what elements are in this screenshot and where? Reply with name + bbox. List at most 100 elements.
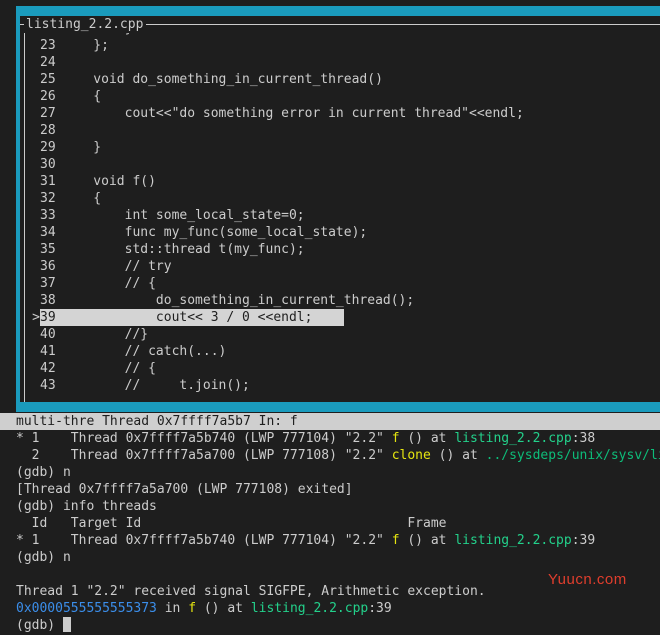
code-text: void do_something_in_current_thread() [62,72,383,87]
line-number: :39 [571,533,596,548]
file-name: listing_2.2.cpp [454,533,572,548]
code-line: 31 void f() [20,173,660,190]
code-line: 29 } [20,139,660,156]
console-line: * 1 Thread 0x7ffff7a5b740 (LWP 777104) "… [16,430,660,447]
code-line: 27 cout<<"do something error in current … [20,105,660,122]
thread-info: * 1 Thread 0x7ffff7a5b740 (LWP 777104) "… [16,431,392,446]
line-number: 27 [40,106,56,121]
code-line: 41 // catch(...) [20,343,660,360]
line-number: 42 [40,361,56,376]
console-line: 2 Thread 0x7ffff7a5a700 (LWP 777108) "2.… [16,447,660,464]
code-text: cout<<"do something error in current thr… [62,106,524,121]
code-line: 35 std::thread t(my_func); [20,241,660,258]
line-number: 25 [40,72,56,87]
line-number: 35 [40,242,56,257]
code-line: 23 }; [20,37,660,54]
line-number: 37 [40,276,56,291]
gdb-prompt-line[interactable]: (gdb) [16,617,660,634]
thread-info: 2 Thread 0x7ffff7a5a700 (LWP 777108) "2.… [16,448,392,463]
source-pane[interactable]: listing_2.2.cpp 22 }23 };2425 void do_so… [20,16,660,402]
code-text: { [62,191,102,206]
line-number: 30 [40,157,56,172]
code-line: 32 { [20,190,660,207]
function-name: f [391,431,400,446]
code-text: void f() [62,174,156,189]
line-number: 36 [40,259,56,274]
code-line: 26 { [20,88,660,105]
source-window: listing_2.2.cpp 22 }23 };2425 void do_so… [16,6,660,412]
line-number: 41 [40,344,56,359]
code-text: do_something_in_current_thread(); [62,293,415,308]
code-text: }; [62,38,109,53]
line-number: 43 [40,378,56,393]
code-line: 42 // { [20,360,660,377]
line-number: 23 [40,38,56,53]
file-name: ../sysdeps/unix/sysv/linux/x86_6 [485,448,660,463]
code-text: func my_func(some_local_state); [62,225,368,240]
file-name: listing_2.2.cpp [250,601,369,616]
text: () at [196,601,251,616]
code-line: 37 // { [20,275,660,292]
code-lines: 22 }23 };2425 void do_something_in_curre… [20,20,660,394]
code-text: // { [62,361,156,376]
line-number: 26 [40,89,56,104]
gdb-console[interactable]: * 1 Thread 0x7ffff7a5b740 (LWP 777104) "… [16,430,660,635]
function-name: f [391,533,400,548]
source-title: listing_2.2.cpp [20,16,660,33]
code-line: 38 do_something_in_current_thread(); [20,292,660,309]
line-number: 31 [40,174,56,189]
gdb-prompt: (gdb) [16,618,63,633]
function-name: f [188,601,197,616]
text: () at [399,431,455,446]
line-number: 24 [40,55,56,70]
code-text: // try [62,259,172,274]
line-number: 39 [40,310,56,325]
code-text: cout<< 3 / 0 <<endl; [62,310,313,325]
text: () at [430,448,486,463]
console-line: Id Target Id Frame [16,516,447,531]
file-name: listing_2.2.cpp [454,431,572,446]
line-number: :39 [368,601,392,616]
line-number: 40 [40,327,56,342]
console-line: (gdb) n [16,550,71,565]
code-text: int some_local_state=0; [62,208,305,223]
code-text: // catch(...) [62,344,227,359]
code-text: } [62,140,102,155]
line-marker: > [32,310,40,325]
code-text: //} [62,327,149,342]
code-line-current: >39 cout<< 3 / 0 <<endl; [20,309,660,326]
console-line: (gdb) info threads [16,499,157,514]
code-line: 33 int some_local_state=0; [20,207,660,224]
code-text: // t.join(); [62,378,250,393]
code-line: 25 void do_something_in_current_thread() [20,71,660,88]
line-number: :38 [571,431,596,446]
thread-info: * 1 Thread 0x7ffff7a5b740 (LWP 777104) "… [16,533,392,548]
text: () at [399,533,455,548]
function-name: clone [391,448,431,463]
code-text: std::thread t(my_func); [62,242,305,257]
line-number: 34 [40,225,56,240]
line-number: 33 [40,208,56,223]
console-line: [Thread 0x7ffff7a5a700 (LWP 777108) exit… [16,482,353,497]
line-number: 28 [40,123,56,138]
address: 0x0000555555555373 [16,601,157,616]
text: in [156,601,189,616]
line-number: 38 [40,293,56,308]
code-line: 43 // t.join(); [20,377,660,394]
console-line: 0x0000555555555373 in f () at listing_2.… [16,600,660,617]
code-line: 28 [20,122,660,139]
code-line: 34 func my_func(some_local_state); [20,224,660,241]
status-bar: multi-thre Thread 0x7ffff7a5b7 In: f [0,413,660,430]
line-number: 32 [40,191,56,206]
code-line: 24 [20,54,660,71]
console-line: (gdb) n [16,465,71,480]
code-line: 30 [20,156,660,173]
text-cursor [62,617,71,632]
console-line: * 1 Thread 0x7ffff7a5b740 (LWP 777104) "… [16,532,660,549]
code-line: 40 //} [20,326,660,343]
line-number: 29 [40,140,56,155]
code-line: 36 // try [20,258,660,275]
code-text: { [62,89,102,104]
watermark: Yuucn.com [548,571,627,588]
code-text: // { [62,276,156,291]
